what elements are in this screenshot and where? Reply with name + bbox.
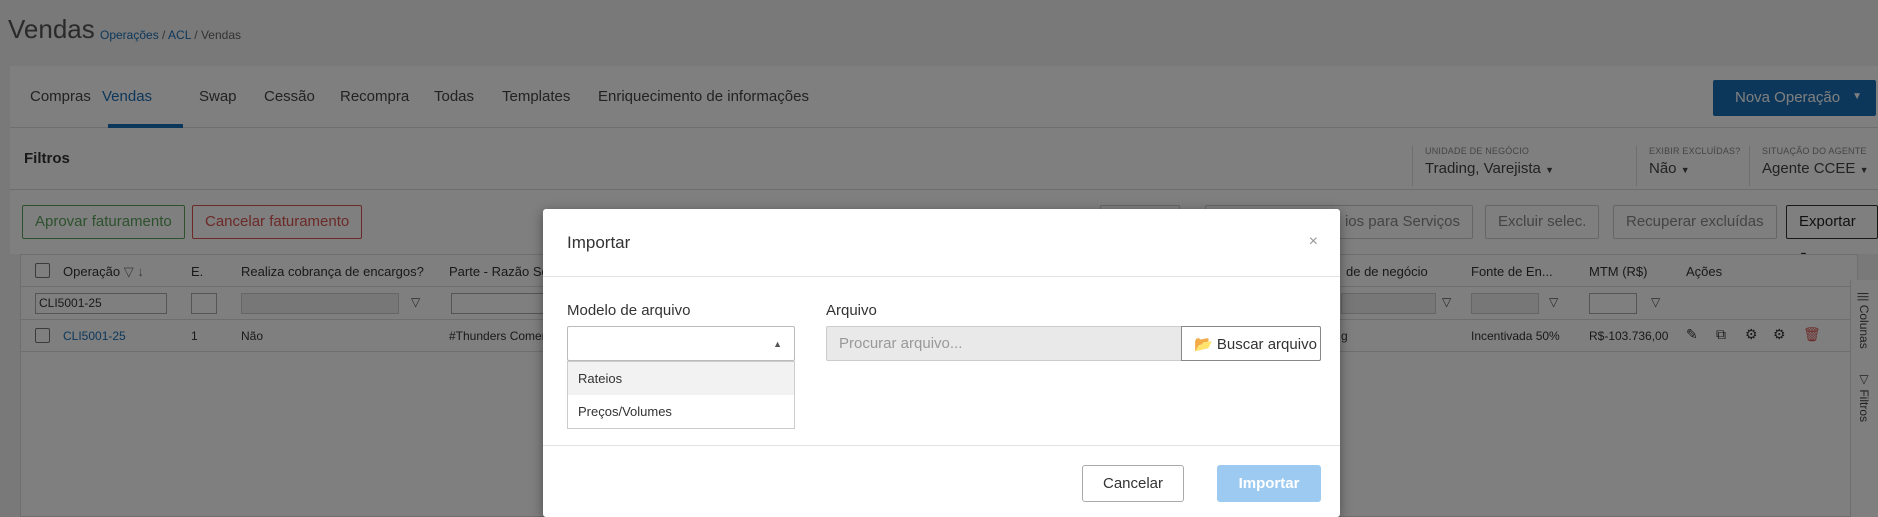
modal-divider (543, 445, 1340, 446)
browse-file-button[interactable]: 📂 Buscar arquivo (1181, 326, 1321, 361)
modelo-select[interactable]: ▲ (567, 326, 795, 361)
browse-file-label: Buscar arquivo (1216, 336, 1317, 353)
folder-open-icon: 📂 (1194, 336, 1213, 353)
modelo-label: Modelo de arquivo (567, 302, 691, 319)
import-button[interactable]: Importar (1217, 465, 1321, 502)
modal-header: Importar × (543, 209, 1340, 277)
modelo-dropdown: Rateios Preços/Volumes (567, 361, 795, 429)
caret-up-icon: ▲ (773, 339, 782, 349)
close-icon[interactable]: × (1309, 233, 1318, 251)
cancel-button[interactable]: Cancelar (1082, 465, 1184, 502)
file-input[interactable]: Procurar arquivo... (826, 326, 1182, 361)
modal-title: Importar (567, 233, 631, 252)
import-modal: Importar × Modelo de arquivo Arquivo ▲ R… (543, 209, 1340, 517)
arquivo-label: Arquivo (826, 302, 877, 319)
option-rateios[interactable]: Rateios (568, 362, 794, 395)
option-precos-volumes[interactable]: Preços/Volumes (568, 395, 794, 428)
